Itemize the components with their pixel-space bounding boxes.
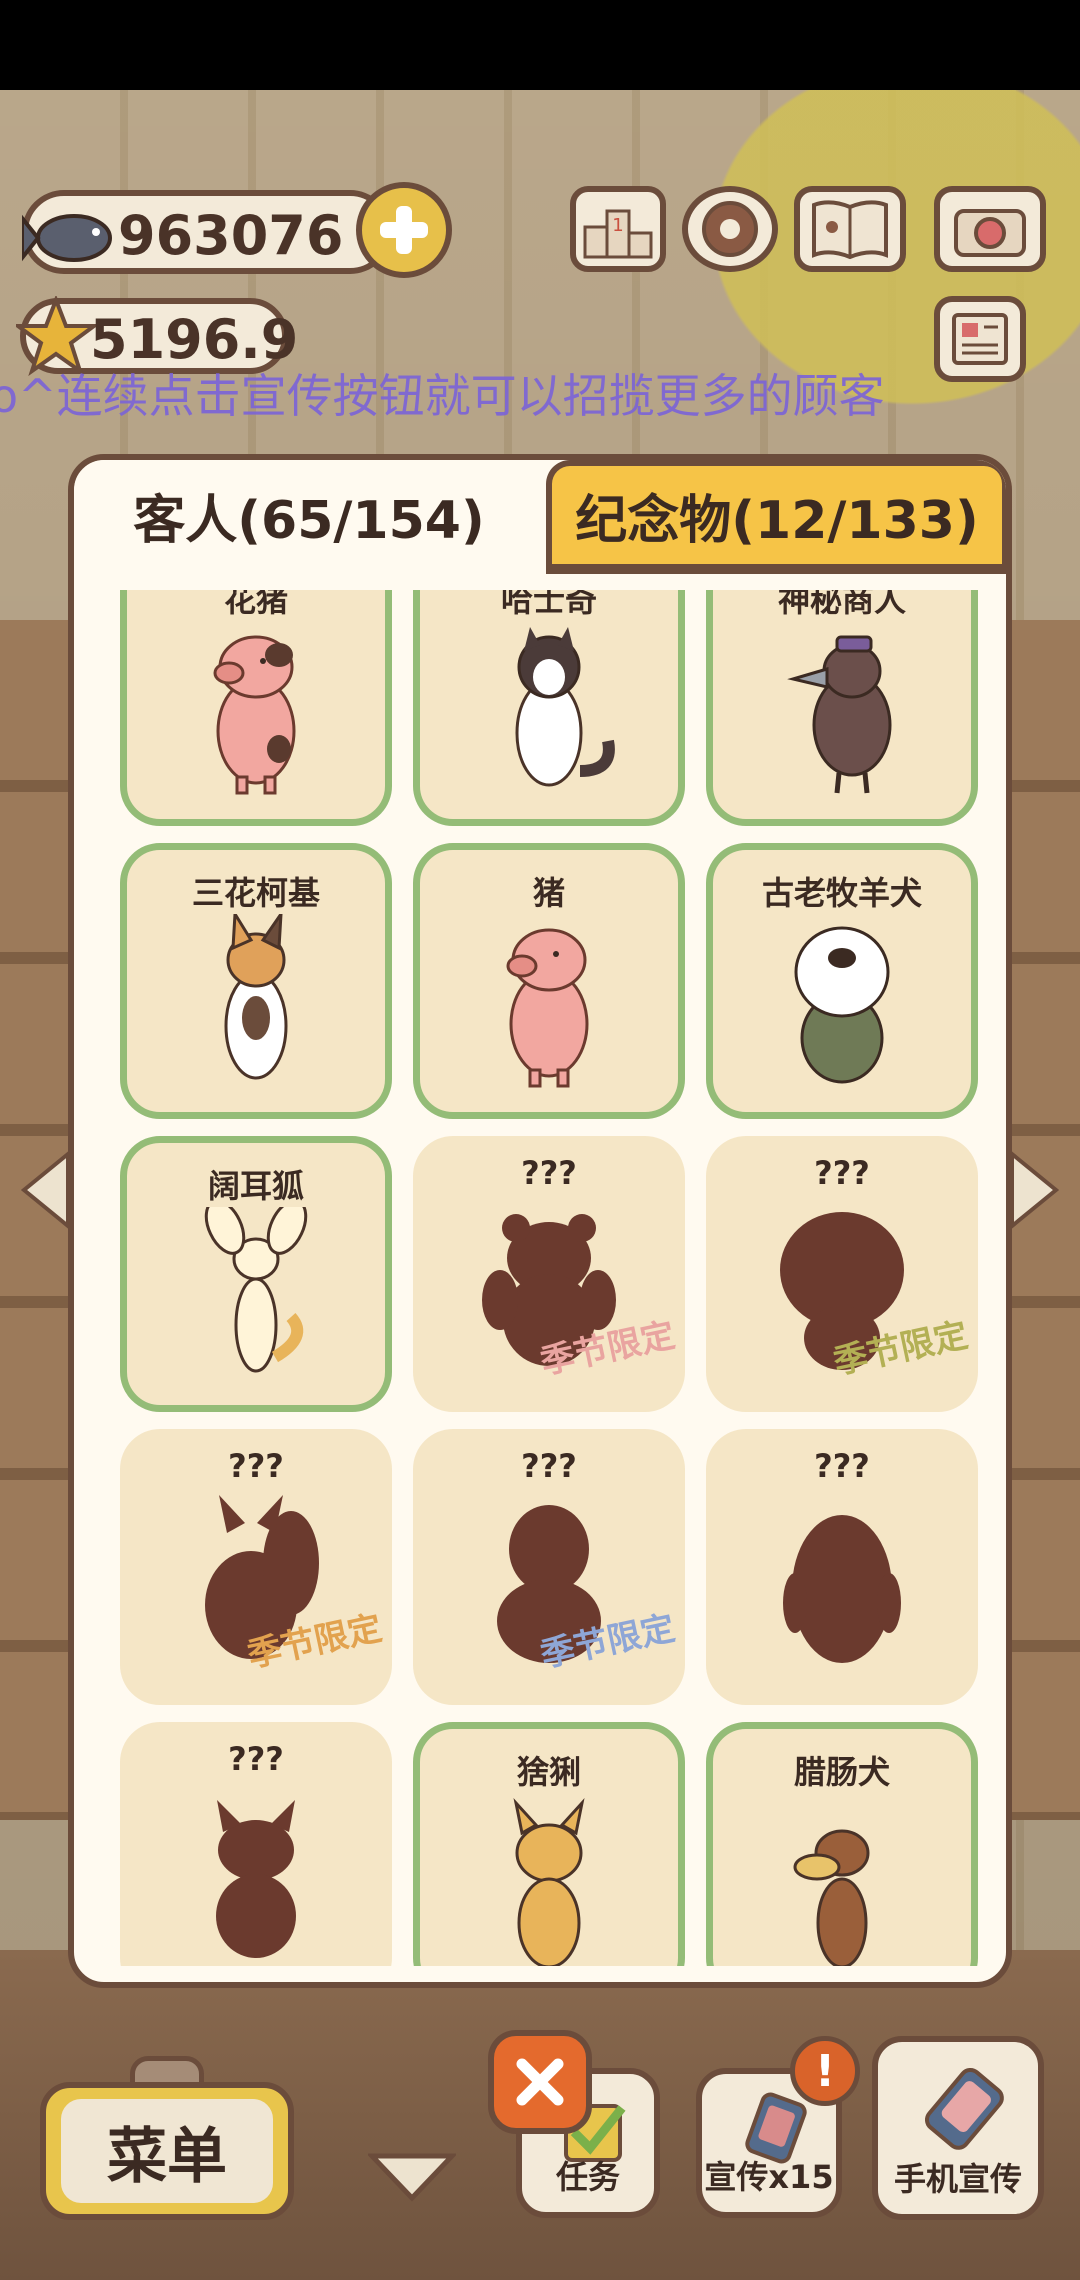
gear-icon: [702, 201, 758, 257]
old-english-sheepdog-icon: [794, 926, 890, 1084]
fish-icon: [22, 214, 112, 262]
camera-icon: [954, 209, 1026, 257]
guest-name: ???: [814, 1447, 870, 1485]
guest-name: ???: [814, 1154, 870, 1192]
tasks-label: 任务: [555, 2158, 620, 2196]
pig-icon: [506, 928, 589, 1088]
guest-name: ???: [228, 1740, 284, 1778]
guest-name: 哈士奇: [500, 590, 597, 619]
guest-card[interactable]: ??? 季节限定: [413, 1136, 685, 1412]
fish-count: 963076: [118, 204, 344, 267]
guest-card[interactable]: 哈士奇: [413, 590, 685, 826]
guest-card[interactable]: 猞猁: [413, 1722, 685, 1966]
spotted-pig-icon: [213, 635, 296, 795]
collapse-arrow-icon[interactable]: [368, 2150, 456, 2202]
collection-modal: 客人(65/154) 纪念物(12/133) 花猪 哈士奇 神秘商人 三花柯基 …: [68, 454, 1012, 1988]
tab-souvenirs[interactable]: 纪念物(12/133): [546, 460, 1006, 574]
tab-guests[interactable]: 客人(65/154): [74, 460, 544, 570]
tricolor-corgi-icon: [224, 914, 288, 1080]
collection-book-button[interactable]: [794, 186, 906, 272]
guest-card[interactable]: 腊肠犬: [706, 1722, 978, 1966]
svg-text:1: 1: [612, 215, 623, 236]
guest-card[interactable]: 花猪: [120, 590, 392, 826]
guest-name: 花猪: [223, 590, 288, 619]
leaderboard-button[interactable]: 1: [570, 186, 666, 272]
close-icon: [516, 2058, 564, 2106]
close-modal-button[interactable]: [488, 2030, 592, 2134]
guest-card[interactable]: ???: [706, 1429, 978, 1705]
fish-currency-pill: 963076: [22, 190, 392, 274]
alert-icon: !: [790, 2036, 860, 2106]
guest-name: ???: [521, 1447, 577, 1485]
phone-promote-label: 手机宣传: [893, 2160, 1022, 2198]
guest-card[interactable]: 三花柯基: [120, 843, 392, 1119]
settings-button[interactable]: [682, 186, 778, 272]
guest-name: 猞猁: [516, 1753, 581, 1791]
add-fish-button[interactable]: [356, 182, 452, 278]
menu-button[interactable]: 菜单: [40, 2082, 294, 2220]
lynx-icon: [513, 1797, 585, 1966]
promote-label: 宣传x15: [704, 2158, 834, 2196]
newspaper-icon: [952, 313, 1008, 365]
guest-card[interactable]: 古老牧羊犬: [706, 843, 978, 1119]
left-arrow-icon[interactable]: [20, 1150, 70, 1230]
dachshund-icon: [793, 1829, 870, 1966]
crow-merchant-icon: [787, 635, 892, 794]
camera-button[interactable]: [934, 186, 1046, 272]
menu-label: 菜单: [107, 2121, 227, 2192]
guest-card[interactable]: ??? 季节限定: [120, 1429, 392, 1705]
guest-grid[interactable]: 花猪 哈士奇 神秘商人 三花柯基 猪 古老牧羊犬 阔耳狐 ??? 季节限定 ??…: [74, 590, 1006, 1966]
guest-card[interactable]: ???: [120, 1722, 392, 1966]
right-arrow-icon[interactable]: [1010, 1150, 1060, 1230]
scrolling-tip: o^连续点击宣传按钮就可以招揽更多的顾客: [0, 369, 885, 423]
guest-card[interactable]: 阔耳狐: [120, 1136, 392, 1412]
silhouette-penguin-icon: [783, 1515, 901, 1663]
guest-name: 三花柯基: [191, 874, 320, 912]
guest-name: ???: [521, 1154, 577, 1192]
guest-name: 古老牧羊犬: [761, 874, 922, 912]
husky-icon: [515, 627, 615, 787]
status-bar: [0, 0, 1080, 90]
fennec-fox-icon: [204, 1207, 308, 1373]
podium-icon: 1: [583, 209, 653, 259]
guest-name: 神秘商人: [777, 590, 906, 619]
silhouette-cat-icon: [216, 1800, 296, 1958]
plus-icon: [380, 206, 428, 254]
guest-name: 阔耳狐: [207, 1167, 304, 1205]
tab-guests-label: 客人(65/154): [133, 490, 485, 551]
guest-card[interactable]: 神秘商人: [706, 590, 978, 826]
phone-promote-button[interactable]: 手机宣传: [872, 2036, 1044, 2220]
book-icon: [812, 200, 888, 260]
guest-card[interactable]: ??? 季节限定: [413, 1429, 685, 1705]
guest-name: 猪: [532, 874, 565, 912]
guest-name: ???: [228, 1447, 284, 1485]
guest-name: 腊肠犬: [793, 1753, 890, 1791]
guest-card[interactable]: 猪: [413, 843, 685, 1119]
guest-card[interactable]: ??? 季节限定: [706, 1136, 978, 1412]
smartphone-icon: [924, 2067, 1004, 2150]
tab-souvenirs-label: 纪念物(12/133): [575, 490, 979, 551]
